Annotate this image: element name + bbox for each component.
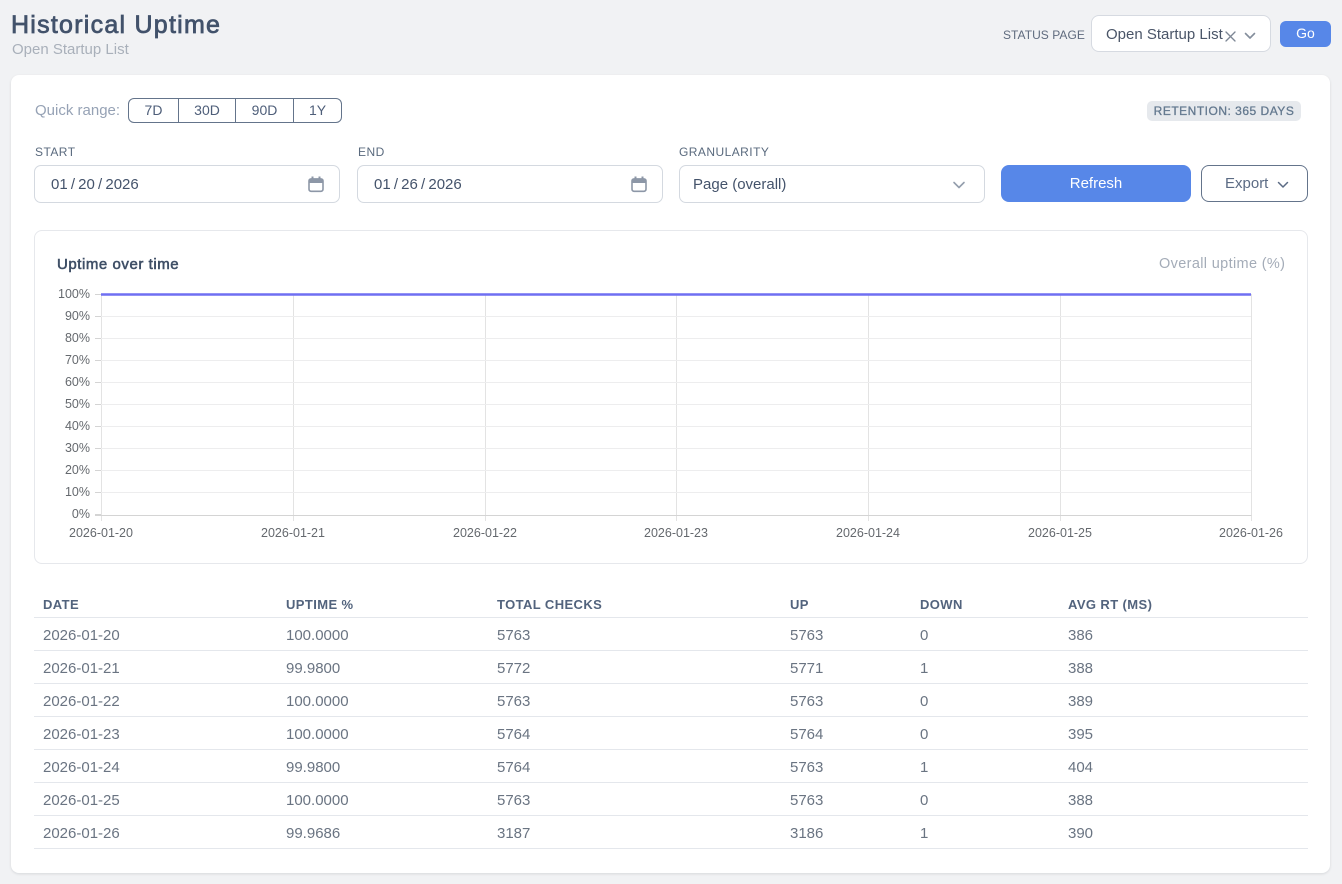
svg-text:2026-01-20: 2026-01-20 [69,526,133,540]
svg-text:2026-01-25: 2026-01-25 [1028,526,1092,540]
svg-text:10%: 10% [65,485,90,499]
svg-text:60%: 60% [65,375,90,389]
svg-text:70%: 70% [65,353,90,367]
svg-text:2026-01-23: 2026-01-23 [644,526,708,540]
svg-text:2026-01-24: 2026-01-24 [836,526,900,540]
svg-text:2026-01-26: 2026-01-26 [1219,526,1283,540]
svg-text:30%: 30% [65,441,90,455]
svg-text:80%: 80% [65,331,90,345]
svg-text:2026-01-21: 2026-01-21 [261,526,325,540]
svg-text:0%: 0% [72,507,90,521]
svg-text:50%: 50% [65,397,90,411]
svg-text:20%: 20% [65,463,90,477]
svg-text:40%: 40% [65,419,90,433]
svg-text:100%: 100% [58,287,90,301]
svg-text:2026-01-22: 2026-01-22 [453,526,517,540]
svg-text:90%: 90% [65,309,90,323]
